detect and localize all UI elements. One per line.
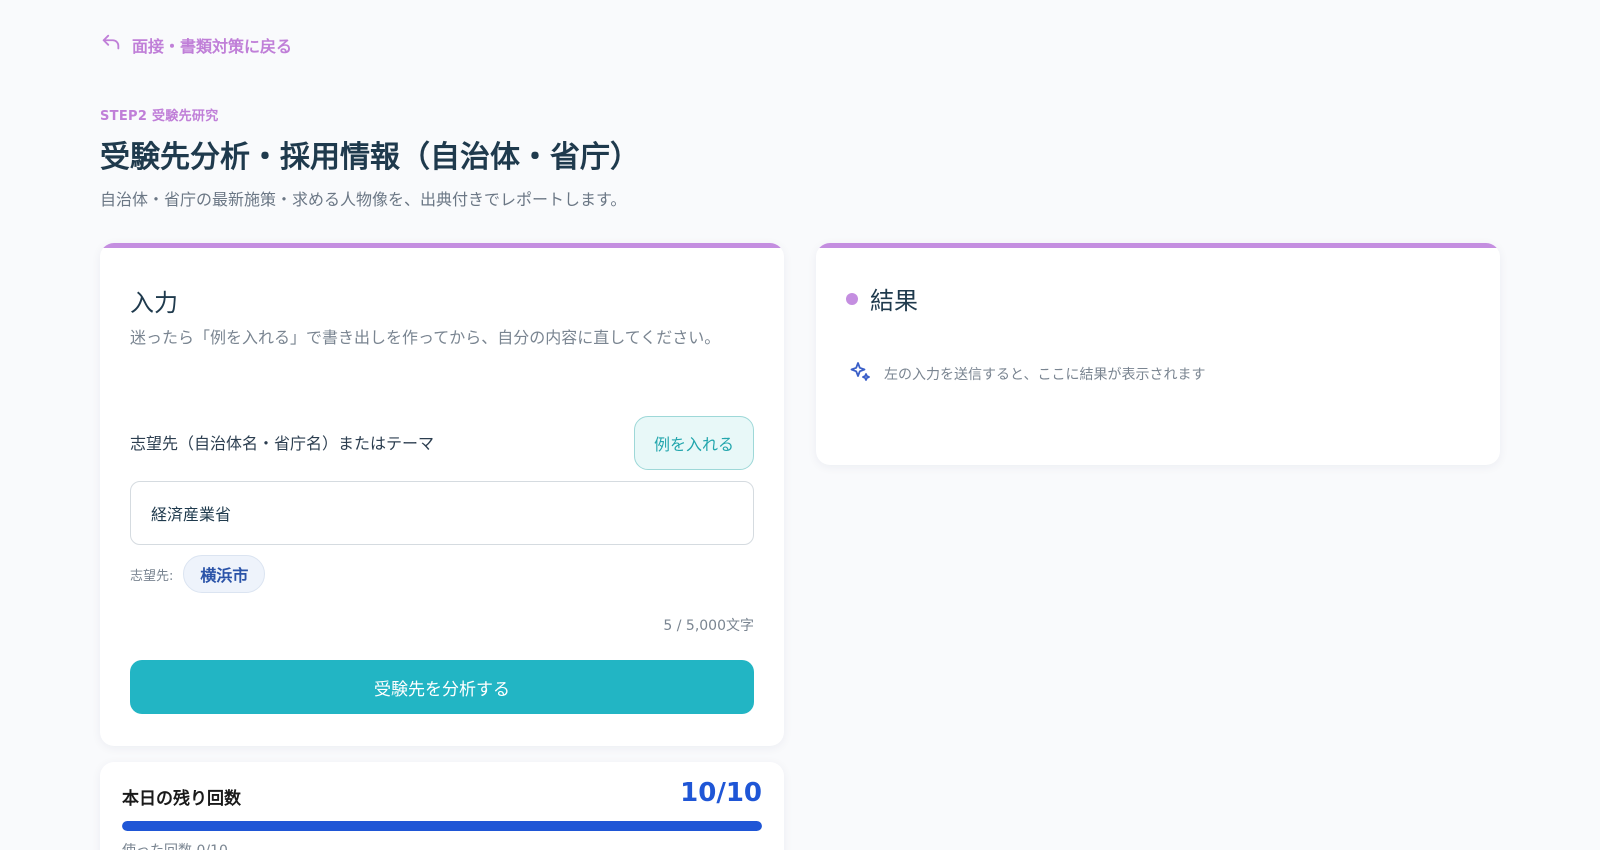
target-chip[interactable]: 横浜市 [183, 555, 266, 593]
status-dot-icon [846, 292, 858, 305]
usage-label: 本日の残り回数 [122, 789, 241, 809]
input-card-title: 入力 [130, 289, 178, 317]
back-link-label: 面接・書類対策に戻る [132, 37, 293, 56]
analyze-button[interactable]: 受験先を分析する [130, 660, 754, 714]
usage-progress-fill [122, 821, 762, 831]
target-field-label: 志望先（自治体名・省庁名）またはテーマ [130, 434, 435, 453]
result-card-title: 結果 [870, 287, 918, 315]
back-arrow-icon [100, 32, 122, 58]
result-placeholder-text: 左の入力を送信すると、ここに結果が表示されます [884, 367, 1206, 383]
step-label: STEP2 受験先研究 [100, 109, 219, 124]
sparkle-icon [848, 360, 872, 388]
page: 面接・書類対策に戻る STEP2 受験先研究 受験先分析・採用情報（自治体・省庁… [0, 0, 1600, 850]
target-label: 志望先: [130, 568, 174, 584]
result-placeholder: 左の入力を送信すると、ここに結果が表示されます [848, 360, 1205, 388]
back-link[interactable]: 面接・書類対策に戻る [100, 32, 292, 58]
usage-progress-bar [122, 821, 762, 831]
input-card: 入力 迷ったら「例を入れる」で書き出しを作ってから、自分の内容に直してください。… [100, 243, 784, 746]
page-subtitle: 自治体・省庁の最新施策・求める人物像を、出典付きでレポートします。 [100, 190, 627, 209]
target-input[interactable] [130, 481, 754, 545]
result-card: 結果 左の入力を送信すると、ここに結果が表示されます [816, 243, 1500, 465]
input-hint: 迷ったら「例を入れる」で書き出しを作ってから、自分の内容に直してください。 [130, 328, 721, 347]
result-header: 結果 [846, 281, 918, 316]
target-selection: 志望先: 横浜市 [130, 555, 266, 593]
usage-card: 本日の残り回数 10/10 使った回数 0/10 [100, 762, 784, 850]
insert-example-button[interactable]: 例を入れる [634, 416, 754, 470]
usage-count: 10/10 [680, 778, 762, 808]
usage-used-text: 使った回数 0/10 [122, 840, 228, 850]
char-count: 5 / 5,000文字 [663, 618, 754, 634]
page-title: 受験先分析・採用情報（自治体・省庁） [100, 140, 640, 175]
card-accent-bar [100, 243, 784, 248]
card-accent-bar [816, 243, 1500, 248]
